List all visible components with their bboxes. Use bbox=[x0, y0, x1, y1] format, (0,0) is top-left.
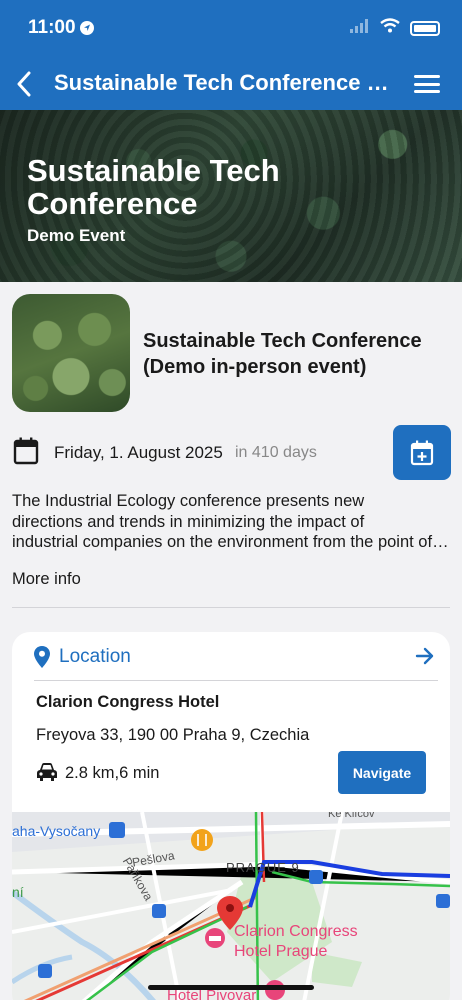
description-line: industrial companies on the environment … bbox=[12, 533, 452, 551]
calendar-add-icon bbox=[410, 440, 434, 465]
description-line: The Industrial Ecology conference presen… bbox=[12, 492, 365, 510]
event-description: The Industrial Ecology conference presen… bbox=[12, 491, 452, 553]
calendar-icon bbox=[13, 437, 39, 465]
more-info-link[interactable]: More info bbox=[12, 570, 81, 589]
home-indicator bbox=[148, 985, 314, 990]
add-to-calendar-button[interactable] bbox=[393, 425, 451, 480]
menu-button[interactable] bbox=[414, 71, 440, 97]
back-button[interactable] bbox=[8, 68, 40, 100]
location-card: Location Clarion Congress Hotel Freyova … bbox=[12, 632, 450, 1000]
arrow-right-icon bbox=[415, 647, 434, 665]
navigate-button[interactable]: Navigate bbox=[338, 751, 426, 794]
map-label-hotel: Clarion Congress bbox=[234, 923, 358, 940]
event-thumbnail bbox=[12, 294, 130, 412]
map-view[interactable]: aha-Vysočany Ke Klíčov Pešlova Paříkova … bbox=[12, 812, 450, 1000]
nav-bar: Sustainable Tech Conference (Demo in-per… bbox=[0, 58, 462, 110]
map-pin-icon bbox=[34, 646, 50, 668]
venue-address: Freyova 33, 190 00 Praha 9, Czechia bbox=[36, 726, 310, 744]
distance-duration: 2.8 km,6 min bbox=[65, 764, 160, 782]
venue-name: Clarion Congress Hotel bbox=[36, 693, 220, 711]
car-icon bbox=[37, 763, 57, 781]
battery-icon bbox=[410, 20, 440, 36]
event-date: Friday, 1. August 2025 bbox=[54, 443, 223, 462]
map-label-prague9: PRAGUE 9 bbox=[226, 860, 300, 875]
card-divider bbox=[34, 680, 438, 681]
event-title: Sustainable Tech Conference (Demo in-per… bbox=[143, 330, 422, 378]
signal-icon bbox=[350, 18, 370, 38]
chevron-left-icon bbox=[17, 71, 31, 97]
location-arrow-icon bbox=[80, 21, 94, 35]
hero-title: Sustainable Tech Conference bbox=[27, 153, 280, 221]
location-header[interactable]: Location bbox=[12, 632, 450, 680]
map-roads bbox=[12, 812, 450, 1000]
hero-banner: Sustainable Tech Conference Demo Event bbox=[0, 110, 462, 282]
status-bar: 11:00 bbox=[0, 0, 462, 58]
location-label: Location bbox=[59, 646, 131, 667]
days-until: in 410 days bbox=[235, 444, 317, 461]
hero-subtitle: Demo Event bbox=[27, 226, 126, 245]
page-title: Sustainable Tech Conference (Demo in-per… bbox=[54, 70, 394, 95]
map-label-street: Ke Klíčov bbox=[328, 812, 375, 820]
description-line: directions and trends in minimizing the … bbox=[12, 512, 365, 531]
hamburger-icon bbox=[414, 75, 440, 78]
map-label-park: ní bbox=[12, 884, 24, 900]
map-label-district: aha-Vysočany bbox=[12, 823, 101, 839]
map-label-hotel: Hotel Prague bbox=[234, 943, 328, 960]
status-time: 11:00 bbox=[28, 17, 76, 38]
section-divider bbox=[12, 607, 450, 608]
wifi-icon bbox=[380, 18, 400, 38]
